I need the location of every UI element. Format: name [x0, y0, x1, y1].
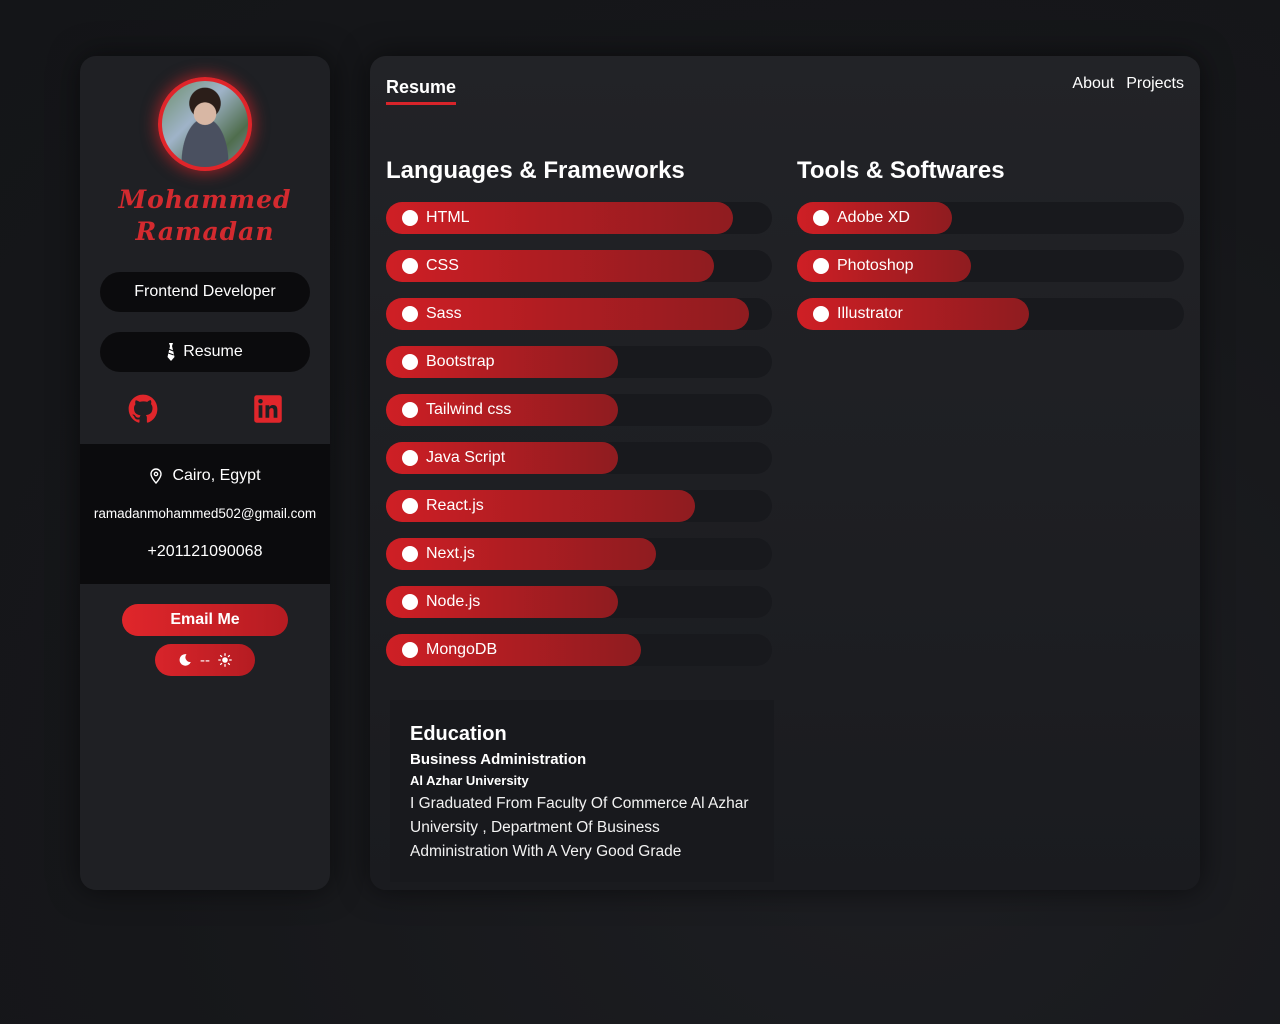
skill-track: Bootstrap	[386, 346, 772, 378]
skill-track: Node.js	[386, 586, 772, 618]
education-card: Education Business Administration Al Azh…	[390, 700, 774, 882]
moon-icon	[179, 654, 191, 666]
education-description: I Graduated From Faculty Of Commerce Al …	[410, 795, 749, 860]
email-me-label: Email Me	[170, 611, 240, 628]
role-badge: Frontend Developer	[100, 272, 310, 312]
skill-bar: Adobe XD	[797, 202, 952, 234]
name-last: Ramadan	[135, 217, 275, 246]
skill-dot-icon	[402, 402, 418, 418]
skill-track: React.js	[386, 490, 772, 522]
name-first: Mohammed	[118, 185, 292, 214]
skill-bar: CSS	[386, 250, 714, 282]
sun-icon	[218, 653, 232, 667]
skill-track: MongoDB	[386, 634, 772, 666]
skill-dot-icon	[402, 594, 418, 610]
skill-dot-icon	[402, 546, 418, 562]
phone-text: +201121090068	[147, 543, 263, 560]
skill-track: Adobe XD	[797, 202, 1184, 234]
nav-about[interactable]: About	[1072, 75, 1114, 93]
education-degree: Business Administration	[410, 751, 587, 768]
skill-label: Adobe XD	[837, 209, 910, 226]
top-nav: About Projects	[1072, 75, 1184, 93]
profile-sidebar: Mohammed Ramadan Frontend Developer Resu…	[80, 56, 330, 890]
skill-label: Next.js	[426, 545, 475, 562]
location-text: Cairo, Egypt	[172, 467, 261, 484]
profile-name: Mohammed Ramadan	[80, 184, 330, 248]
skill-label: Illustrator	[837, 305, 903, 322]
skill-track: Illustrator	[797, 298, 1184, 330]
skill-bar: Tailwind css	[386, 394, 618, 426]
skill-label: Node.js	[426, 593, 481, 610]
skill-bar: Bootstrap	[386, 346, 618, 378]
linkedin-icon[interactable]	[253, 394, 283, 424]
skill-track: Photoshop	[797, 250, 1184, 282]
email-me-button[interactable]: Email Me	[122, 604, 288, 636]
skill-bar: Sass	[386, 298, 749, 330]
skill-label: Photoshop	[837, 257, 914, 274]
role-label: Frontend Developer	[134, 283, 276, 300]
skill-label: React.js	[426, 497, 484, 514]
contact-info: Cairo, Egypt ramadanmohammed502@gmail.co…	[80, 444, 330, 584]
skill-track: CSS	[386, 250, 772, 282]
skill-dot-icon	[813, 210, 829, 226]
skill-label: CSS	[426, 257, 459, 274]
location-row: Cairo, Egypt	[80, 467, 330, 485]
avatar	[158, 77, 252, 171]
skill-bar: Photoshop	[797, 250, 971, 282]
skill-dot-icon	[402, 210, 418, 226]
skill-label: MongoDB	[426, 641, 498, 658]
skill-bar: Next.js	[386, 538, 656, 570]
skill-track: Tailwind css	[386, 394, 772, 426]
email-text: ramadanmohammed502@gmail.com	[93, 506, 317, 521]
skill-dot-icon	[402, 354, 418, 370]
theme-separator: --	[200, 651, 210, 669]
location-pin-icon	[150, 468, 163, 484]
skill-bar: HTML	[386, 202, 733, 234]
resume-button[interactable]: Resume	[100, 332, 310, 372]
skill-label: HTML	[426, 209, 470, 226]
resume-button-label: Resume	[183, 343, 243, 360]
skill-dot-icon	[402, 450, 418, 466]
skill-bar: Illustrator	[797, 298, 1029, 330]
skill-bar: Node.js	[386, 586, 618, 618]
skill-bar: React.js	[386, 490, 695, 522]
skill-dot-icon	[402, 642, 418, 658]
skill-dot-icon	[402, 306, 418, 322]
skill-track: Sass	[386, 298, 772, 330]
skill-dot-icon	[813, 258, 829, 274]
tab-resume[interactable]: Resume	[386, 76, 457, 105]
skill-label: Java Script	[426, 449, 506, 466]
resume-panel: Resume About Projects Languages & Framew…	[370, 56, 1200, 890]
languages-title: Languages & Frameworks	[386, 157, 685, 184]
skill-dot-icon	[813, 306, 829, 322]
education-title: Education	[410, 723, 507, 745]
nav-projects[interactable]: Projects	[1126, 75, 1184, 93]
skill-label: Tailwind css	[426, 401, 512, 418]
skill-bar: MongoDB	[386, 634, 641, 666]
skill-track: Java Script	[386, 442, 772, 474]
github-icon[interactable]	[128, 394, 158, 424]
skill-label: Bootstrap	[426, 353, 495, 370]
skill-track: HTML	[386, 202, 772, 234]
theme-toggle[interactable]: --	[155, 644, 255, 676]
education-university: Al Azhar University	[410, 773, 529, 788]
skill-dot-icon	[402, 498, 418, 514]
skill-track: Next.js	[386, 538, 772, 570]
tools-title: Tools & Softwares	[797, 157, 1005, 184]
tie-icon	[167, 343, 175, 361]
skill-label: Sass	[426, 305, 462, 322]
skill-bar: Java Script	[386, 442, 618, 474]
skill-dot-icon	[402, 258, 418, 274]
